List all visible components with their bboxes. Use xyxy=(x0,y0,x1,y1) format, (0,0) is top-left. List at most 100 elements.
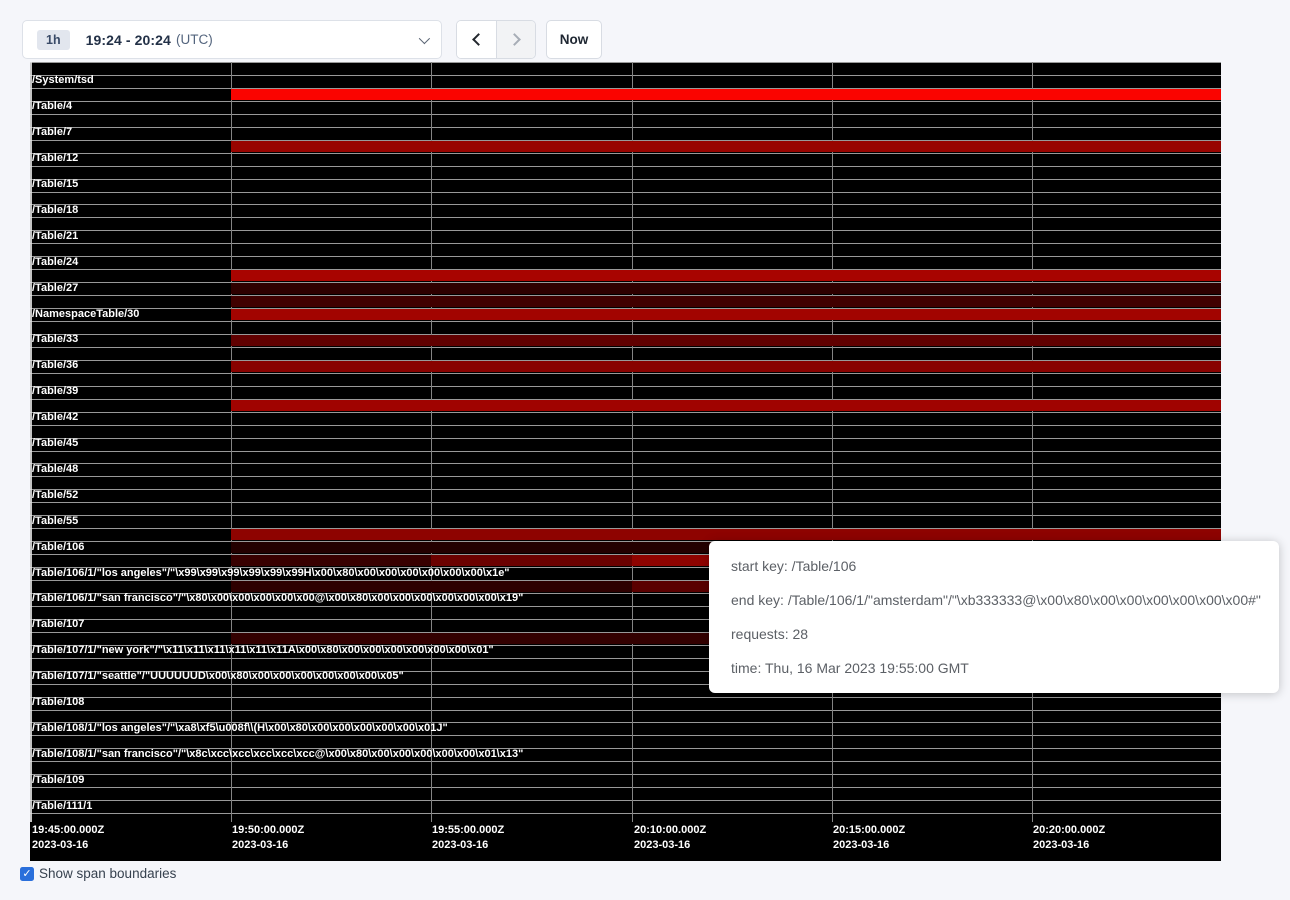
span-key-label: /Table/111/1 xyxy=(32,801,92,813)
span-key-label: /Table/36 xyxy=(32,360,78,372)
axis-tick: 20:15:00.000Z2023-03-16 xyxy=(833,824,905,851)
span-key-label: /NamespaceTable/30 xyxy=(32,309,139,321)
span-boundary-line xyxy=(30,425,1221,426)
axis-tick-time: 20:10:00.000Z xyxy=(634,824,706,836)
axis-tick: 19:55:00.000Z 2023-03-16 xyxy=(432,824,504,851)
axis-tick-date: 2023-03-16 xyxy=(32,839,104,851)
time-range-select[interactable]: 1h 19:24 - 20:24 (UTC) xyxy=(22,20,442,59)
span-key-label: /Table/107/1/"new york"/"\x11\x11\x11\x1… xyxy=(32,645,494,657)
timezone-text: (UTC) xyxy=(176,32,213,47)
heat-band[interactable] xyxy=(231,270,1221,281)
tooltip-line: start key: /Table/106 xyxy=(731,549,1279,583)
span-boundary-line xyxy=(30,192,1221,193)
span-key-label: /System/tsd xyxy=(32,75,94,87)
time-gridline xyxy=(1032,62,1033,822)
span-boundary-line xyxy=(30,166,1221,167)
axis-tick-date: 2023-03-16 xyxy=(1033,839,1105,851)
time-gridline xyxy=(431,62,432,822)
heat-band[interactable] xyxy=(431,555,632,566)
span-boundary-line xyxy=(30,204,1221,205)
now-button[interactable]: Now xyxy=(546,20,602,59)
axis-tick: 20:10:00.000Z 2023-03-16 xyxy=(634,824,706,851)
key-visualizer-canvas[interactable]: /System/tsd/Table/4/Table/7/Table/12/Tab… xyxy=(30,62,1221,861)
span-key-label: /Table/33 xyxy=(32,334,78,346)
span-boundary-line xyxy=(30,412,1221,413)
chevron-right-icon xyxy=(508,33,521,46)
span-key-label: /Table/48 xyxy=(32,464,78,476)
span-boundary-line xyxy=(30,813,1221,814)
prev-time-button[interactable] xyxy=(457,21,496,58)
span-boundary-line xyxy=(30,243,1221,244)
axis-tick-date: 2023-03-16 xyxy=(634,839,706,851)
axis-tick: 19:50:00.000Z 2023-03-16 xyxy=(232,824,304,851)
span-boundary-line xyxy=(30,321,1221,322)
heat-band[interactable] xyxy=(231,555,431,566)
chevron-down-icon xyxy=(419,32,430,43)
next-time-button[interactable] xyxy=(496,21,535,58)
span-key-label: /Table/52 xyxy=(32,490,78,502)
heat-band[interactable] xyxy=(231,581,632,592)
span-boundary-line xyxy=(30,153,1221,154)
span-key-label: /Table/108/1/"san francisco"/"\x8c\xcc\x… xyxy=(32,749,523,761)
span-boundary-line xyxy=(30,127,1221,128)
span-boundary-line xyxy=(30,114,1221,115)
span-key-label: /Table/108/1/"los angeles"/"\xa8\xf5\u00… xyxy=(32,723,448,735)
span-boundary-line xyxy=(30,438,1221,439)
span-key-label: /Table/109 xyxy=(32,775,84,787)
span-boundary-line xyxy=(30,710,1221,711)
axis-tick: 20:20:00.000Z2023-03-16 xyxy=(1033,824,1105,851)
axis-tick-date: 2023-03-16 xyxy=(232,839,304,851)
heat-band[interactable] xyxy=(231,309,1221,320)
heat-band[interactable] xyxy=(231,89,1221,100)
heat-band[interactable] xyxy=(231,141,1221,152)
span-boundary-line xyxy=(30,515,1221,516)
heat-band[interactable] xyxy=(231,296,1221,307)
span-key-label: /Table/18 xyxy=(32,205,78,217)
tooltip-line: end key: /Table/106/1/"amsterdam"/"\xb33… xyxy=(731,583,1279,617)
axis-tick-time: 19:45:00.000Z xyxy=(32,824,104,836)
span-boundary-line xyxy=(30,502,1221,503)
span-key-label: /Table/45 xyxy=(32,438,78,450)
axis-tick-time: 19:55:00.000Z xyxy=(432,824,504,836)
span-key-label: /Table/24 xyxy=(32,257,78,269)
time-preset-badge: 1h xyxy=(37,30,70,50)
span-boundary-line xyxy=(30,451,1221,452)
span-boundary-line xyxy=(30,179,1221,180)
time-gridline xyxy=(632,62,633,822)
span-boundary-line xyxy=(30,217,1221,218)
span-boundary-line xyxy=(30,101,1221,102)
show-span-boundaries-checkbox[interactable]: ✓ xyxy=(20,867,34,881)
span-key-label: /Table/15 xyxy=(32,179,78,191)
span-key-label: /Table/12 xyxy=(32,153,78,165)
span-key-label: /Table/42 xyxy=(32,412,78,424)
span-key-label: /Table/108 xyxy=(32,697,84,709)
heat-band[interactable] xyxy=(231,400,1221,411)
heat-band[interactable] xyxy=(231,335,1221,346)
time-nav-group xyxy=(456,20,536,59)
axis-tick-date: 2023-03-16 xyxy=(432,839,504,851)
span-boundary-line xyxy=(30,800,1221,801)
span-boundary-line xyxy=(30,735,1221,736)
time-range-text: 19:24 - 20:24 xyxy=(86,32,171,48)
span-key-label: /Table/106 xyxy=(32,542,84,554)
span-boundary-line xyxy=(30,230,1221,231)
span-key-label: /Table/106/1/"los angeles"/"\x99\x99\x99… xyxy=(32,568,510,580)
tooltip-line: requests: 28 xyxy=(731,617,1279,651)
span-key-label: /Table/21 xyxy=(32,231,78,243)
axis-tick-time: 19:50:00.000Z xyxy=(232,824,304,836)
span-key-label: /Table/4 xyxy=(32,101,72,113)
span-boundary-line xyxy=(30,697,1221,698)
span-boundary-line xyxy=(30,787,1221,788)
heat-band[interactable] xyxy=(231,361,1221,372)
span-key-label: /Table/107/1/"seattle"/"UUUUUUD\x00\x80\… xyxy=(32,671,404,683)
time-gridline xyxy=(231,62,232,822)
span-key-label: /Table/27 xyxy=(32,283,78,295)
hover-tooltip: start key: /Table/106end key: /Table/106… xyxy=(709,541,1279,693)
axis-tick-date: 2023-03-16 xyxy=(833,839,905,851)
span-boundary-line xyxy=(30,489,1221,490)
heat-band[interactable] xyxy=(231,529,1221,540)
span-boundary-line xyxy=(30,761,1221,762)
heat-band[interactable] xyxy=(231,283,1221,294)
tooltip-line: time: Thu, 16 Mar 2023 19:55:00 GMT xyxy=(731,651,1279,685)
span-key-label: /Table/39 xyxy=(32,386,78,398)
